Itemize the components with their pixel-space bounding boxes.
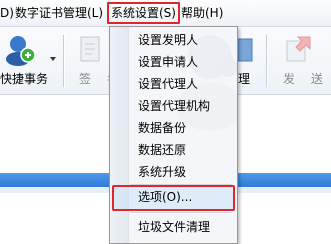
menu-separator [130, 212, 232, 214]
menu-item-data-backup[interactable]: 数据备份 [138, 118, 186, 138]
menu-item-set-agent[interactable]: 设置代理人 [138, 74, 198, 94]
menu-item-partial[interactable]: D) [0, 5, 14, 21]
manage-button-partial[interactable]: 理 [236, 27, 256, 94]
quick-tasks-icon [6, 36, 36, 66]
system-settings-menu: 设置发明人 设置申请人 设置代理人 设置代理机构 数据备份 数据还原 系统升级 … [109, 26, 238, 244]
toolbar-separator [63, 35, 64, 87]
menu-item-set-applicant[interactable]: 设置申请人 [138, 52, 198, 72]
dropdown-arrow-icon[interactable] [50, 57, 56, 61]
menu-item-set-agency[interactable]: 设置代理机构 [138, 96, 210, 116]
menu-item-cleanup[interactable]: 垃圾文件清理 [138, 217, 210, 237]
sign-icon [80, 36, 100, 62]
menu-item-data-restore[interactable]: 数据还原 [138, 140, 186, 160]
send-button[interactable]: 发 送 [276, 27, 324, 94]
send-label: 发 送 [283, 72, 329, 86]
menu-item-set-inventor[interactable]: 设置发明人 [138, 30, 198, 50]
menu-item-options[interactable]: 选项(O)... [138, 187, 192, 207]
manage-icon [238, 38, 253, 62]
quick-tasks-label: 快捷事务 [0, 72, 49, 86]
send-icon [286, 36, 311, 62]
toolbar-separator [266, 35, 267, 87]
menu-item-digital-cert[interactable]: 数字证书管理(L) [15, 5, 103, 21]
quick-tasks-button[interactable]: 快捷事务 [0, 27, 56, 94]
menu-item-help[interactable]: 帮助(H) [181, 5, 223, 21]
sign-button[interactable]: 签 名 [72, 27, 119, 94]
menu-bar: D) 数字证书管理(L) 系统设置(S) 帮助(H) [0, 0, 331, 27]
menu-item-system-upgrade[interactable]: 系统升级 [138, 162, 186, 182]
manage-label: 理 [238, 72, 251, 86]
menu-item-system-settings[interactable]: 系统设置(S) [107, 2, 180, 24]
